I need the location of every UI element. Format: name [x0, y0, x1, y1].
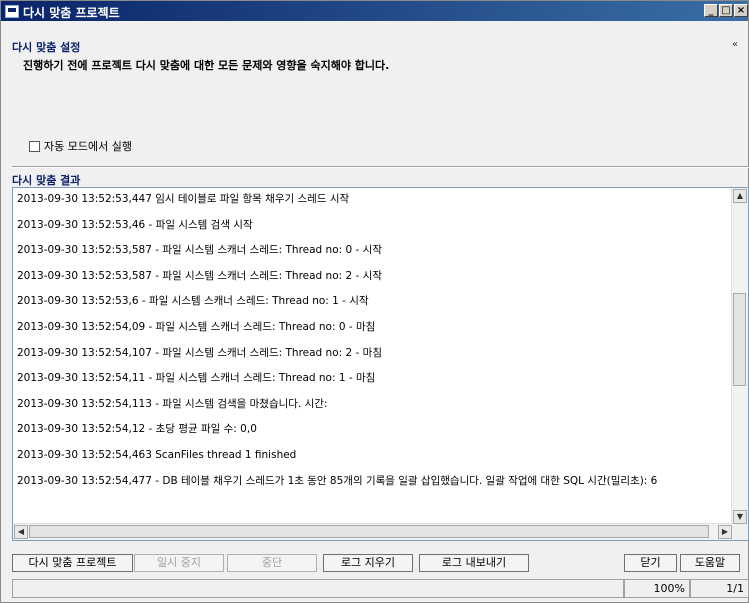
log-entry: 2013-09-30 13:52:54,477 - DB 테이블 채우기 스레드…	[17, 474, 658, 487]
log-entry: 2013-09-30 13:52:53,587 - 파일 시스템 스캐너 스레드…	[17, 244, 382, 257]
scroll-up-icon[interactable]: ▲	[733, 189, 747, 203]
log-entry: 2013-09-30 13:52:54,463 ScanFiles thread…	[17, 449, 297, 461]
settings-description: 진행하기 전에 프로젝트 다시 맞춤에 대한 모든 문제와 영향을 숙지해야 합…	[23, 59, 390, 72]
log-entry: 2013-09-30 13:52:53,6 - 파일 시스템 스캐너 스레드: …	[17, 295, 369, 308]
vertical-scroll-thumb[interactable]	[733, 293, 746, 386]
scroll-down-icon[interactable]: ▼	[733, 510, 747, 524]
settings-header: 다시 맞춤 설정	[12, 41, 81, 54]
title-bar[interactable]: 다시 맞춤 프로젝트 _ □ ×	[1, 1, 748, 21]
close-button[interactable]: 닫기	[624, 554, 677, 572]
export-log-button[interactable]: 로그 내보내기	[419, 554, 529, 572]
app-icon	[5, 5, 19, 18]
horizontal-scroll-thumb[interactable]	[29, 525, 709, 538]
log-entry: 2013-09-30 13:52:54,107 - 파일 시스템 스캐너 스레드…	[17, 346, 382, 359]
log-entry: 2013-09-30 13:52:54,113 - 파일 시스템 검색을 마쳤습…	[17, 397, 328, 410]
window-title: 다시 맞춤 프로젝트	[23, 6, 120, 20]
horizontal-scrollbar[interactable]: ◀ ▶	[13, 523, 733, 540]
realign-project-button[interactable]: 다시 맞춤 프로젝트	[12, 554, 133, 572]
vertical-scrollbar[interactable]: ▲ ▼	[731, 188, 748, 525]
log-entry: 2013-09-30 13:52:53,447 임시 테이블로 파일 항목 채우…	[17, 193, 350, 205]
auto-mode-label: 자동 모드에서 실행	[44, 140, 132, 153]
maximize-icon[interactable]: □	[719, 4, 733, 17]
close-icon[interactable]: ×	[734, 4, 748, 17]
zoom-level: 100%	[624, 579, 690, 598]
realign-project-window: 다시 맞춤 프로젝트 _ □ × 다시 맞춤 설정 « 진행하기 전에 프로젝트…	[0, 0, 749, 603]
clear-log-button[interactable]: 로그 지우기	[323, 554, 413, 572]
results-header: 다시 맞춤 결과	[12, 174, 81, 187]
minimize-icon[interactable]: _	[704, 4, 718, 17]
help-button[interactable]: 도움말	[680, 554, 740, 572]
log-entry: 2013-09-30 13:52:54,11 - 파일 시스템 스캐너 스레드:…	[17, 372, 376, 385]
stop-button[interactable]: 중단	[227, 554, 317, 572]
log-entry: 2013-09-30 13:52:54,09 - 파일 시스템 스캐너 스레드:…	[17, 321, 376, 333]
section-divider	[12, 166, 749, 168]
scroll-corner	[732, 524, 748, 540]
results-log[interactable]: 2013-09-30 13:52:53,447 임시 테이블로 파일 항목 채우…	[12, 187, 749, 541]
log-entry: 2013-09-30 13:52:54,12 - 초당 평균 파일 수: 0,0	[17, 423, 257, 436]
auto-mode-checkbox[interactable]	[29, 140, 40, 152]
status-message	[12, 579, 624, 598]
log-entry: 2013-09-30 13:52:53,587 - 파일 시스템 스캐너 스레드…	[17, 269, 382, 282]
status-bar: 100% 1/1	[12, 579, 749, 598]
auto-mode-option[interactable]: 자동 모드에서 실행	[29, 138, 132, 154]
page-indicator: 1/1	[690, 579, 749, 598]
scroll-right-icon[interactable]: ▶	[718, 525, 732, 539]
collapse-chevron-icon[interactable]: «	[732, 39, 738, 50]
pause-button[interactable]: 일시 중지	[134, 554, 224, 572]
log-entry: 2013-09-30 13:52:53,46 - 파일 시스템 검색 시작	[17, 218, 253, 231]
scroll-left-icon[interactable]: ◀	[14, 525, 28, 539]
